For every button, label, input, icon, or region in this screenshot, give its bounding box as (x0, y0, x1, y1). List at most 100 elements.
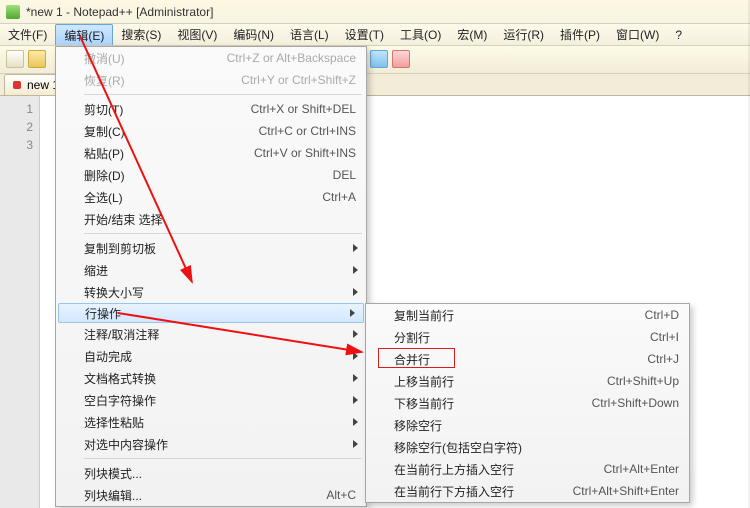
menu-item-label: 对选中内容操作 (84, 436, 356, 453)
menu-item-label: 恢复(R) (84, 72, 211, 89)
menu-item[interactable]: 移除空行(包括空白字符) (366, 436, 689, 458)
menu-item[interactable]: 上移当前行Ctrl+Shift+Up (366, 370, 689, 392)
menu-工具o[interactable]: 工具(O) (392, 24, 449, 45)
menu-shortcut: Ctrl+Y or Ctrl+Shift+Z (241, 73, 356, 87)
app-icon (6, 5, 20, 19)
menu-item[interactable]: 空白字符操作 (56, 389, 366, 411)
menu-shortcut: DEL (333, 168, 356, 182)
submenu-arrow-icon (353, 330, 358, 338)
menu-item-label: 复制(C) (84, 123, 229, 140)
toolbar-button[interactable] (392, 50, 410, 68)
submenu-arrow-icon (353, 352, 358, 360)
new-file-icon[interactable] (6, 50, 24, 68)
menu-item-label: 缩进 (84, 262, 356, 279)
open-file-icon[interactable] (28, 50, 46, 68)
menu-shortcut: Ctrl+Alt+Shift+Enter (573, 484, 679, 498)
menu-shortcut: Ctrl+J (647, 352, 679, 366)
menu-item[interactable]: 复制当前行 Ctrl+D (366, 304, 689, 326)
menu-item[interactable]: 粘贴(P)Ctrl+V or Shift+INS (56, 142, 366, 164)
menu-item[interactable]: 移除空行 (366, 414, 689, 436)
menu-shortcut: Ctrl+X or Shift+DEL (251, 102, 356, 116)
menu-item[interactable]: 注释/取消注释 (56, 323, 366, 345)
menu-item[interactable]: 文档格式转换 (56, 367, 366, 389)
menu-item-label: 剪切(T) (84, 101, 221, 118)
menu-separator (84, 94, 362, 95)
menu-运行r[interactable]: 运行(R) (495, 24, 552, 45)
menu-item-label: 行操作 (85, 305, 355, 322)
menu-shortcut: Ctrl+Shift+Down (592, 396, 679, 410)
menu-separator (84, 233, 362, 234)
menu-item-label: 粘贴(P) (84, 145, 224, 162)
menu-item: 撤消(U) Ctrl+Z or Alt+Backspace (56, 47, 366, 69)
line-ops-submenu: 复制当前行Ctrl+D分割行Ctrl+I合并行Ctrl+J上移当前行Ctrl+S… (365, 303, 690, 503)
menu-shortcut: Ctrl+C or Ctrl+INS (259, 124, 356, 138)
menu-item-label: 下移当前行 (394, 395, 562, 412)
submenu-arrow-icon (353, 244, 358, 252)
menu-item[interactable]: 复制到剪切板 (56, 237, 366, 259)
toolbar-button[interactable] (370, 50, 388, 68)
line-gutter: 123 (0, 96, 40, 508)
submenu-arrow-icon (350, 309, 355, 317)
menu-item-label: 分割行 (394, 329, 620, 346)
menu-item[interactable]: 行操作 (58, 303, 364, 323)
menu-item-label: 复制当前行 (394, 307, 615, 324)
menu-设置t[interactable]: 设置(T) (337, 24, 392, 45)
menu-item[interactable]: 删除(D) DEL (56, 164, 366, 186)
menu-item-label: 撤消(U) (84, 50, 197, 67)
menu-item-label: 列块模式... (84, 465, 356, 482)
menu-宏m[interactable]: 宏(M) (449, 24, 495, 45)
menu-item-label: 列块编辑... (84, 487, 296, 504)
menu-item-label: 自动完成 (84, 348, 356, 365)
menu-item-label: 空白字符操作 (84, 392, 356, 409)
menu-shortcut: Ctrl+A (322, 190, 356, 204)
menu-语言l[interactable]: 语言(L) (282, 24, 337, 45)
submenu-arrow-icon (353, 266, 358, 274)
menu-搜索s[interactable]: 搜索(S) (113, 24, 169, 45)
menu-item-label: 转换大小写 (84, 284, 356, 301)
menu-item-label: 在当前行上方插入空行 (394, 461, 574, 478)
menu-item[interactable]: 复制(C) Ctrl+C or Ctrl+INS (56, 120, 366, 142)
menu-文件f[interactable]: 文件(F) (0, 24, 55, 45)
menu-item[interactable]: 在当前行上方插入空行Ctrl+Alt+Enter (366, 458, 689, 480)
menu-item[interactable]: 全选(L)Ctrl+A (56, 186, 366, 208)
menu-item-label: 移除空行 (394, 417, 679, 434)
menu-shortcut: Ctrl+D (645, 308, 679, 322)
menu-separator (84, 458, 362, 459)
menu-shortcut: Ctrl+Z or Alt+Backspace (227, 51, 356, 65)
submenu-arrow-icon (353, 396, 358, 404)
line-number: 2 (0, 118, 33, 136)
menu-item-label: 文档格式转换 (84, 370, 356, 387)
menu-item[interactable]: 开始/结束 选择 (56, 208, 366, 230)
menu-item[interactable]: 转换大小写 (56, 281, 366, 303)
menu-item-label: 删除(D) (84, 167, 303, 184)
menu-item-label: 开始/结束 选择 (84, 211, 356, 228)
menu-插件p[interactable]: 插件(P) (552, 24, 608, 45)
menu-item[interactable]: 选择性粘贴 (56, 411, 366, 433)
menu-item[interactable]: 对选中内容操作 (56, 433, 366, 455)
menu-item-label: 选择性粘贴 (84, 414, 356, 431)
menu-编辑e[interactable]: 编辑(E) (55, 24, 113, 45)
menu-视图v[interactable]: 视图(V) (169, 24, 225, 45)
menu-item[interactable]: 列块编辑...Alt+C (56, 484, 366, 506)
menu-item[interactable]: 缩进 (56, 259, 366, 281)
menu-item: 恢复(R) Ctrl+Y or Ctrl+Shift+Z (56, 69, 366, 91)
menu-编码n[interactable]: 编码(N) (225, 24, 282, 45)
menu-item-label: 注释/取消注释 (84, 326, 356, 343)
titlebar: *new 1 - Notepad++ [Administrator] (0, 0, 750, 24)
menu-item[interactable]: 合并行 Ctrl+J (366, 348, 689, 370)
menu-item[interactable]: 剪切(T) Ctrl+X or Shift+DEL (56, 98, 366, 120)
menu-item-label: 上移当前行 (394, 373, 577, 390)
menu-item[interactable]: 在当前行下方插入空行Ctrl+Alt+Shift+Enter (366, 480, 689, 502)
menu-item[interactable]: 自动完成 (56, 345, 366, 367)
line-number: 3 (0, 136, 33, 154)
menu-item-label: 合并行 (394, 351, 617, 368)
unsaved-indicator-icon (13, 81, 21, 89)
menu-item[interactable]: 下移当前行 Ctrl+Shift+Down (366, 392, 689, 414)
menu-窗口w[interactable]: 窗口(W) (608, 24, 667, 45)
menubar: 文件(F)编辑(E)搜索(S)视图(V)编码(N)语言(L)设置(T)工具(O)… (0, 24, 750, 46)
edit-menu: 撤消(U) Ctrl+Z or Alt+Backspace 恢复(R) Ctrl+Y … (55, 46, 367, 507)
menu-item[interactable]: 分割行Ctrl+I (366, 326, 689, 348)
submenu-arrow-icon (353, 418, 358, 426)
menu-item[interactable]: 列块模式... (56, 462, 366, 484)
menu-?[interactable]: ? (667, 24, 690, 45)
